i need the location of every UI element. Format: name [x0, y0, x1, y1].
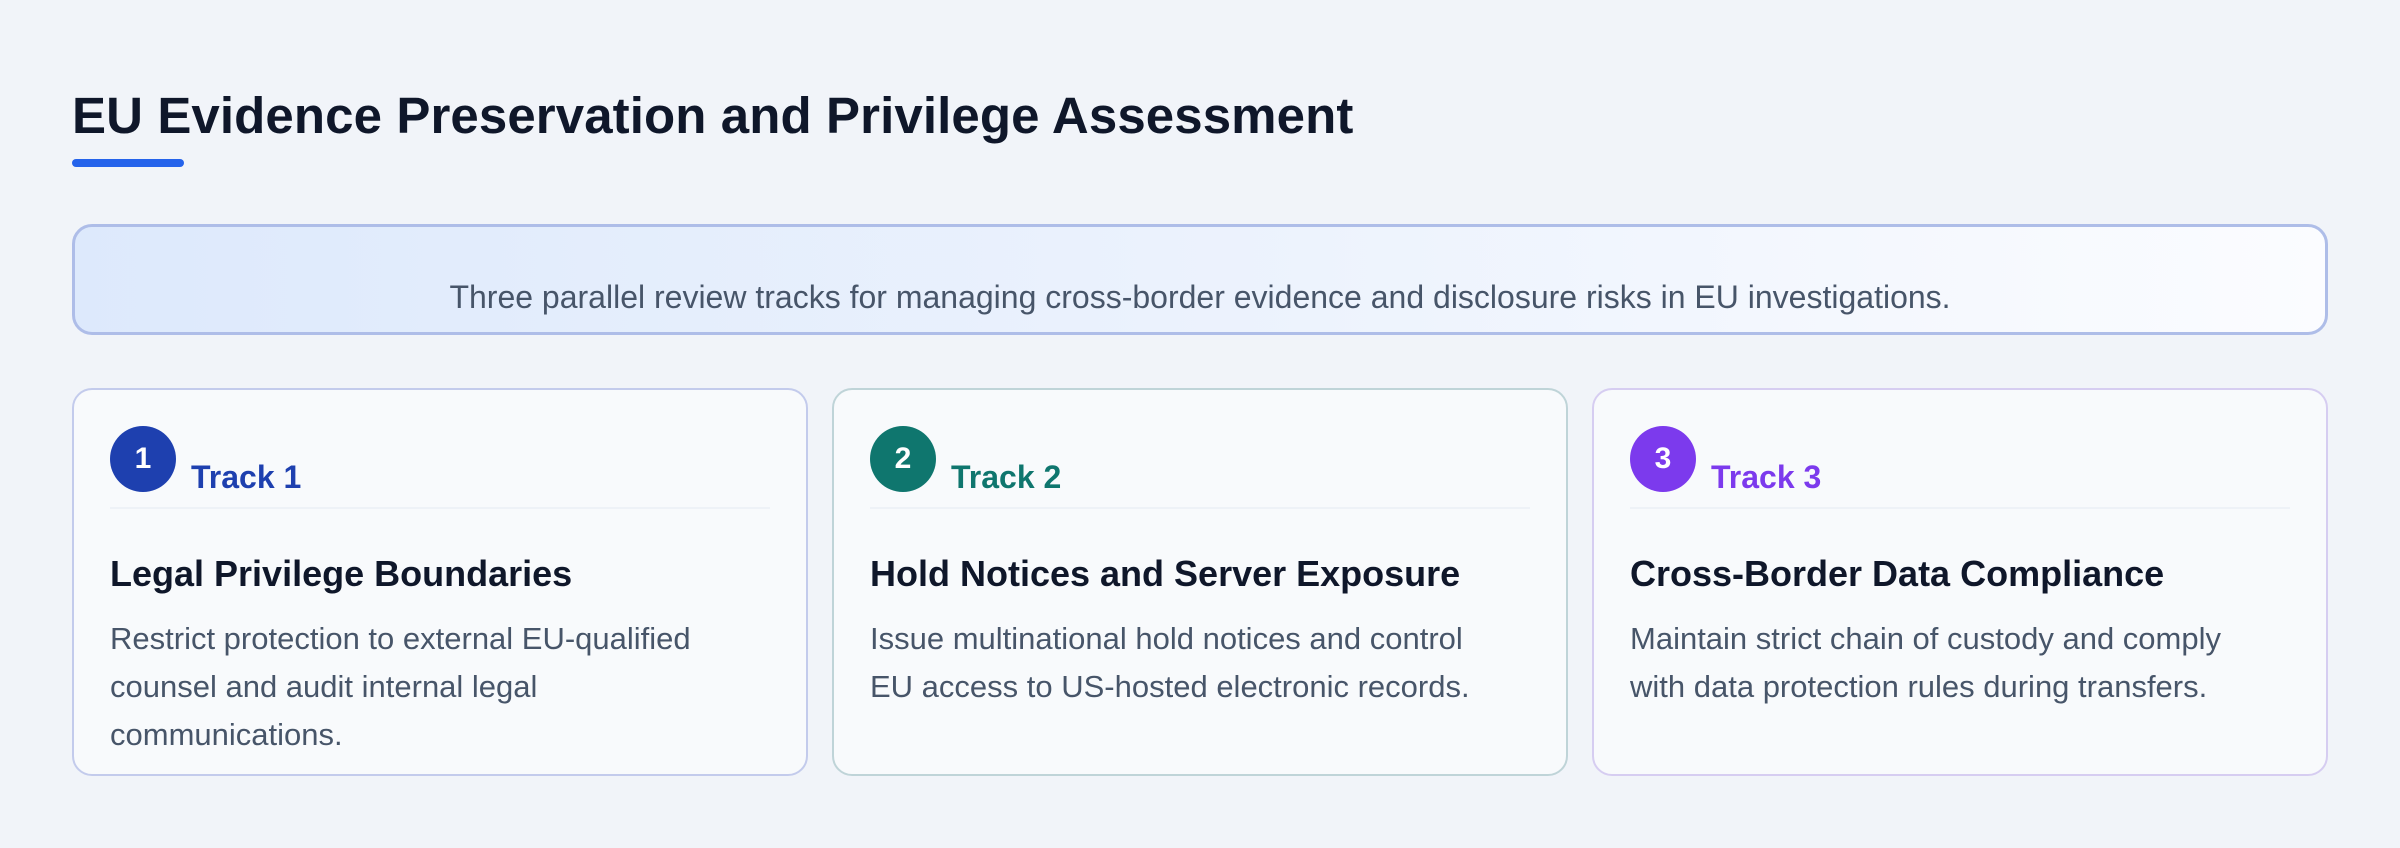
card-description: Maintain strict chain of custody and com…: [1630, 621, 2221, 704]
card-description: Issue multinational hold notices and con…: [870, 621, 1470, 704]
track-card-1: 1 Track 1 Legal Privilege Boundaries Res…: [72, 388, 808, 776]
track-label: Track 1: [191, 459, 302, 495]
track-number-badge: 3: [1630, 426, 1696, 492]
card-divider: [870, 507, 1530, 509]
page: EU Evidence Preservation and Privilege A…: [72, 0, 2328, 848]
title-underline: [72, 159, 184, 167]
track-label: Track 2: [951, 459, 1062, 495]
card-title: Legal Privilege Boundaries: [110, 553, 573, 594]
track-number-badge: 1: [110, 426, 176, 492]
track-cards: 1 Track 1 Legal Privilege Boundaries Res…: [72, 388, 2328, 776]
summary-banner: Three parallel review tracks for managin…: [72, 224, 2328, 335]
track-number-badge: 2: [870, 426, 936, 492]
card-description: Restrict protection to external EU-quali…: [110, 621, 691, 752]
page-title: EU Evidence Preservation and Privilege A…: [72, 87, 1354, 144]
card-title: Cross-Border Data Compliance: [1630, 553, 2165, 594]
track-card-2: 2 Track 2 Hold Notices and Server Exposu…: [832, 388, 1568, 776]
card-divider: [1630, 507, 2290, 509]
card-divider: [110, 507, 770, 509]
track-label: Track 3: [1711, 459, 1822, 495]
track-card-3: 3 Track 3 Cross-Border Data Compliance M…: [1592, 388, 2328, 776]
summary-text: Three parallel review tracks for managin…: [449, 279, 1951, 315]
card-title: Hold Notices and Server Exposure: [870, 553, 1461, 594]
